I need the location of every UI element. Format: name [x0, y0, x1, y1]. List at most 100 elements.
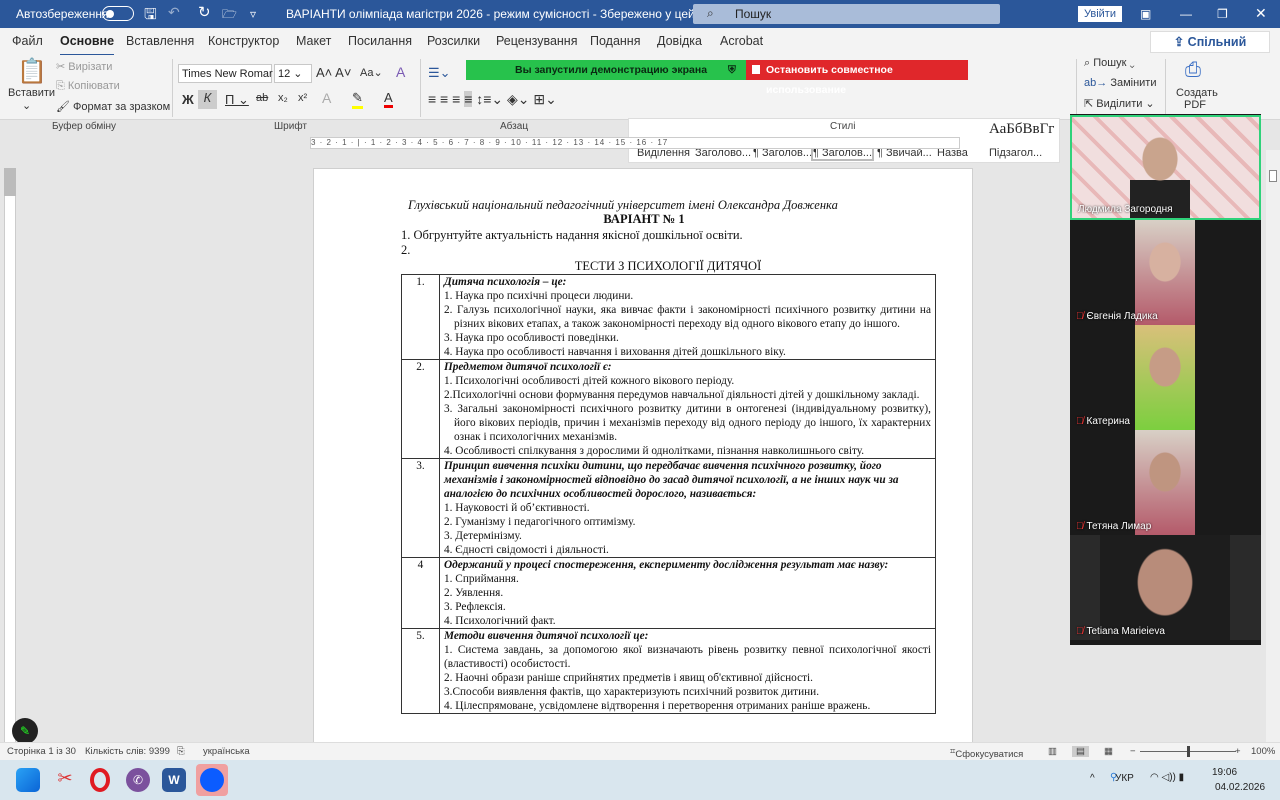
- zoom-slider[interactable]: [1140, 746, 1236, 757]
- answer-option: 3.Способи виявлення фактів, що характери…: [444, 686, 820, 698]
- keyboard-language[interactable]: УКР: [1115, 773, 1134, 784]
- align-buttons[interactable]: ≡ ≡ ≡ ≡ ↕≡⌄ ◈⌄ ⊞⌄: [428, 91, 557, 108]
- undo-icon[interactable]: ↶: [168, 4, 180, 21]
- document-title[interactable]: ВАРІАНТИ олімпіада магістри 2026 - режим…: [286, 7, 723, 21]
- customize-icon[interactable]: ▿: [250, 7, 256, 21]
- subscript-icon[interactable]: x₂: [278, 92, 288, 104]
- pen-icon[interactable]: ✎: [12, 718, 38, 744]
- select-button[interactable]: ⇱ Виділити ⌄: [1084, 97, 1155, 110]
- word-count[interactable]: Кількість слів: 9399: [85, 746, 170, 757]
- format-painter-button[interactable]: 🖌 Формат за зразком: [56, 100, 170, 113]
- tab-9[interactable]: Довідка: [657, 34, 702, 48]
- participant-video: [1135, 220, 1195, 325]
- bullets-icon[interactable]: ☰⌄: [428, 65, 451, 81]
- taskbar: ✂ ✆ W ^ ⚲ УКР ◠ ◁)) ▮ 19:06 04.02.2026: [0, 760, 1280, 800]
- replace-button[interactable]: ab→ Замінити: [1084, 77, 1156, 89]
- paste-icon[interactable]: 📋: [17, 57, 47, 86]
- answer-option: 2.Психологічні основи формування передум…: [444, 389, 920, 401]
- opera-icon[interactable]: [90, 768, 110, 792]
- paste-chevron-icon[interactable]: ⌄: [22, 99, 31, 112]
- word-icon[interactable]: W: [162, 768, 186, 792]
- participant-tile[interactable]: 🎙̸ Тетяна Лимар: [1070, 430, 1261, 535]
- start-icon[interactable]: [16, 768, 40, 792]
- wifi-icon[interactable]: ◠ ◁)) ▮: [1150, 772, 1184, 783]
- print-layout-icon[interactable]: ▤: [1072, 746, 1089, 757]
- cut-button[interactable]: ✂ Вирізати: [56, 60, 112, 73]
- tab-1[interactable]: Основне: [60, 34, 115, 57]
- underline-icon[interactable]: П ⌄: [225, 92, 249, 108]
- focus-button[interactable]: ⌗ Сфокусуватися: [950, 746, 1023, 760]
- tab-3[interactable]: Конструктор: [208, 34, 279, 48]
- tab-0[interactable]: Файл: [12, 34, 43, 48]
- language[interactable]: українська: [203, 746, 250, 757]
- university-name: Глухівський національний педагогічний ун…: [408, 198, 838, 212]
- clock-date[interactable]: 04.02.2026: [1215, 782, 1265, 793]
- tab-10[interactable]: Acrobat: [720, 34, 763, 48]
- participant-tile[interactable]: 🎙̸ Євгенія Ладика: [1070, 220, 1261, 325]
- clock-time[interactable]: 19:06: [1212, 767, 1237, 778]
- open-icon[interactable]: 🗁: [222, 5, 237, 26]
- style-6[interactable]: Підзагол...: [989, 147, 1042, 159]
- clear-format-icon[interactable]: A: [396, 64, 405, 80]
- page-count[interactable]: Сторінка 1 із 30: [7, 746, 76, 757]
- question-text: Методи вивчення дитячої психології це:: [444, 630, 649, 642]
- question-cell: Принцип вивчення психіки дитини, що пере…: [439, 458, 936, 558]
- clipboard-group-label: Буфер обміну: [52, 121, 117, 132]
- italic-icon[interactable]: К: [198, 90, 217, 109]
- tray-chevron-icon[interactable]: ^: [1090, 773, 1095, 784]
- document-page[interactable]: Глухівський національний педагогічний ун…: [313, 168, 973, 748]
- autosave-toggle[interactable]: [102, 6, 134, 21]
- stop-sharing-button[interactable]: Остановить совместное использование: [746, 60, 968, 96]
- question-cell: Методи вивчення дитячої психології це: 1…: [439, 628, 936, 714]
- question-cell: Одержаний у процесі спостереження, експе…: [439, 557, 936, 629]
- copy-button[interactable]: ⎘ Копіювати: [56, 80, 120, 93]
- participant-tile[interactable]: Людмила Загородня: [1070, 115, 1261, 220]
- highlight-icon[interactable]: ✎: [352, 90, 363, 109]
- paste-button[interactable]: Вставити: [8, 87, 55, 99]
- snipping-tool-icon[interactable]: ✂: [53, 768, 77, 792]
- viber-icon[interactable]: ✆: [126, 768, 150, 792]
- find-button[interactable]: ⌕ Пошук ⌄: [1084, 57, 1135, 70]
- font-name-select[interactable]: Times New Romar ⌄: [178, 64, 285, 83]
- tab-2[interactable]: Вставлення: [126, 34, 194, 48]
- zoom-out-icon[interactable]: −: [1130, 746, 1136, 757]
- web-layout-icon[interactable]: ▦: [1104, 746, 1113, 757]
- read-mode-icon[interactable]: ▥: [1048, 746, 1057, 757]
- zoom-app-button[interactable]: [196, 764, 228, 796]
- tab-8[interactable]: Подання: [590, 34, 640, 48]
- proofing-icon[interactable]: ⎘: [177, 746, 185, 757]
- participant-tile[interactable]: 🎙̸ Катерина: [1070, 325, 1261, 430]
- signin-button[interactable]: Увійти: [1078, 6, 1122, 22]
- tab-6[interactable]: Розсилки: [427, 34, 480, 48]
- close-icon[interactable]: ✕: [1255, 5, 1267, 22]
- strikethrough-icon[interactable]: ab: [256, 92, 268, 104]
- bold-icon[interactable]: Ж: [182, 92, 194, 107]
- question-row: 3. Принцип вивчення психіки дитини, що пе…: [401, 458, 936, 558]
- participant-tile[interactable]: 🎙̸ Tetiana Marieieva: [1070, 535, 1261, 640]
- grow-font-icon[interactable]: A˄ A˅: [316, 65, 351, 80]
- autosave-label: Автозбереження: [16, 7, 109, 21]
- answer-option: 4. Єдності свідомості і діяльності.: [444, 544, 609, 556]
- restore-icon[interactable]: ❐: [1217, 7, 1228, 21]
- text-effects-icon[interactable]: A: [322, 90, 331, 106]
- ribbon-display-icon[interactable]: ▣: [1140, 7, 1151, 21]
- vertical-scrollbar[interactable]: [1266, 150, 1280, 742]
- zoom-in-icon[interactable]: +: [1235, 746, 1241, 757]
- share-button[interactable]: ⇪ Спільний доступ: [1150, 31, 1270, 69]
- create-pdf-button[interactable]: Создать PDF: [1176, 87, 1218, 111]
- redo-icon[interactable]: ↻: [198, 3, 211, 21]
- tab-7[interactable]: Рецензування: [496, 34, 577, 48]
- minimize-icon[interactable]: —: [1180, 7, 1192, 21]
- tab-5[interactable]: Посилання: [348, 34, 412, 48]
- participant-name: 🎙̸ Євгенія Ладика: [1076, 311, 1158, 322]
- save-icon[interactable]: 🖫: [144, 4, 157, 29]
- search-box[interactable]: ⌕ Пошук: [693, 4, 1000, 24]
- change-case-icon[interactable]: Aa⌄: [360, 66, 383, 79]
- tab-4[interactable]: Макет: [296, 34, 331, 48]
- zoom-level[interactable]: 100%: [1251, 746, 1275, 757]
- font-color-icon[interactable]: A: [384, 90, 393, 108]
- horizontal-ruler[interactable]: 3 · 2 · 1 · | · 1 · 2 · 3 · 4 · 5 · 6 · …: [310, 137, 960, 149]
- font-size-select[interactable]: 12 ⌄: [274, 64, 312, 83]
- vertical-ruler[interactable]: [4, 168, 16, 743]
- superscript-icon[interactable]: x²: [298, 92, 307, 104]
